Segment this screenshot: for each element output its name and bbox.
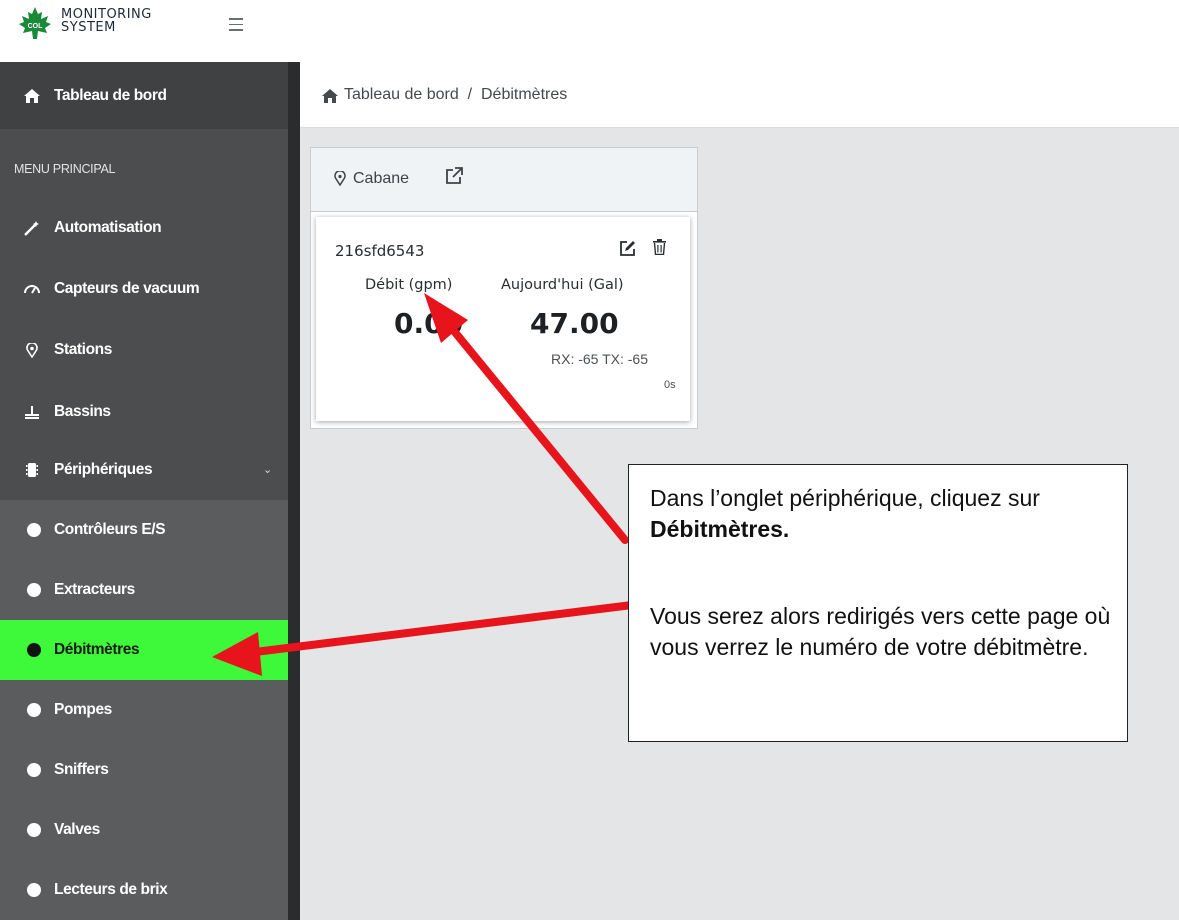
hamburger-menu-icon[interactable] — [229, 18, 243, 32]
sidebar-item-label: Pompes — [54, 701, 112, 718]
callout-paragraph-2: Vous serez alors redirigés vers cette pa… — [650, 603, 1111, 660]
sidebar-item-label: Lecteurs de brix — [54, 881, 168, 898]
breadcrumb-text[interactable]: Tableau de bord / Débitmètres — [344, 86, 567, 104]
map-pin-icon — [334, 170, 346, 191]
card-header: Cabane — [311, 148, 697, 212]
sidebar-item-label: Automatisation — [54, 219, 162, 236]
sidebar-item-stations[interactable]: Stations — [0, 320, 288, 380]
bullet-icon — [27, 883, 41, 897]
card-title: Cabane — [353, 170, 410, 187]
sidebar-subitem-sniffers[interactable]: Sniffers — [0, 740, 288, 800]
maple-leaf-logo-icon: COL — [19, 7, 51, 39]
sidebar-subitem-extracteurs[interactable]: Extracteurs — [0, 560, 288, 620]
station-card: Cabane 216sfd6543 Débit (gpm) Aujourd'hu… — [310, 147, 698, 429]
sidebar: Tableau de bord MENU PRINCIPAL Automatis… — [0, 62, 288, 920]
brand-name: MONITORING SYSTEM — [61, 8, 152, 34]
flow-label: Débit (gpm) — [365, 277, 453, 293]
sidebar-item-label: Capteurs de vacuum — [54, 280, 200, 297]
sidebar-item-label: Bassins — [54, 403, 111, 420]
flowmeter-tile[interactable]: 216sfd6543 Débit (gpm) Aujourd'hui (Gal)… — [316, 217, 690, 421]
sidebar-item-label: Sniffers — [54, 761, 109, 778]
magic-wand-icon — [22, 198, 42, 258]
flow-value: 0.00 — [394, 307, 464, 340]
bullet-icon — [27, 583, 41, 597]
bullet-icon — [27, 643, 41, 657]
last-update-age: 0s — [664, 379, 676, 391]
breadcrumb: Tableau de bord / Débitmètres — [300, 62, 1179, 128]
bullet-icon — [27, 763, 41, 777]
edit-icon[interactable] — [620, 240, 636, 261]
callout-paragraph-1: Dans l’onglet périphérique, cliquez sur … — [650, 483, 1120, 545]
sidebar-subitem-controleurs[interactable]: Contrôleurs E/S — [0, 500, 288, 560]
sidebar-subitem-pompes[interactable]: Pompes — [0, 680, 288, 740]
trash-icon[interactable] — [653, 239, 666, 260]
device-id: 216sfd6543 — [335, 242, 425, 260]
sidebar-subitem-valves[interactable]: Valves — [0, 800, 288, 860]
instruction-callout: Dans l’onglet périphérique, cliquez sur … — [628, 464, 1128, 742]
logo-text: COL — [28, 23, 44, 30]
external-link-icon[interactable] — [445, 167, 463, 190]
sidebar-scrollbar[interactable] — [288, 62, 300, 920]
sidebar-item-dashboard[interactable]: Tableau de bord — [0, 66, 288, 126]
home-icon — [22, 66, 42, 126]
callout-text: Dans l’onglet périphérique, cliquez sur — [650, 485, 1040, 511]
menu-section-label: MENU PRINCIPAL — [14, 162, 116, 176]
home-icon[interactable] — [322, 89, 338, 108]
brand-line-2: SYSTEM — [61, 20, 116, 35]
sidebar-item-label: Stations — [54, 341, 112, 358]
sidebar-item-bassins[interactable]: Bassins — [0, 382, 288, 442]
chevron-down-icon: ⌄ — [263, 464, 272, 476]
sidebar-item-label: Valves — [54, 821, 100, 838]
signal-strength: RX: -65 TX: -65 — [551, 351, 649, 367]
sidebar-item-label: Tableau de bord — [54, 87, 167, 104]
sidebar-item-automatisation[interactable]: Automatisation — [0, 198, 288, 258]
map-pin-icon — [22, 320, 42, 380]
bullet-icon — [27, 823, 41, 837]
sidebar-item-peripheriques[interactable]: Périphériques ⌄ — [0, 440, 288, 500]
today-label: Aujourd'hui (Gal) — [501, 277, 624, 293]
sidebar-subitem-debitmetres[interactable]: Débitmètres — [0, 620, 288, 680]
callout-bold-text: Débitmètres. — [650, 516, 790, 542]
bullet-icon — [27, 523, 41, 537]
gauge-icon — [22, 259, 42, 319]
basin-icon — [22, 382, 42, 442]
sidebar-item-capteurs-vacuum[interactable]: Capteurs de vacuum — [0, 259, 288, 319]
bullet-icon — [27, 703, 41, 717]
sidebar-item-label: Débitmètres — [54, 641, 140, 658]
sidebar-item-label: Périphériques — [54, 461, 153, 478]
sidebar-subitem-lecteurs-brix[interactable]: Lecteurs de brix — [0, 860, 288, 920]
today-value: 47.00 — [530, 307, 619, 340]
chip-icon — [22, 440, 42, 500]
top-header: COL MONITORING SYSTEM — [0, 0, 1179, 62]
sidebar-item-label: Contrôleurs E/S — [54, 521, 166, 538]
sidebar-item-label: Extracteurs — [54, 581, 135, 598]
